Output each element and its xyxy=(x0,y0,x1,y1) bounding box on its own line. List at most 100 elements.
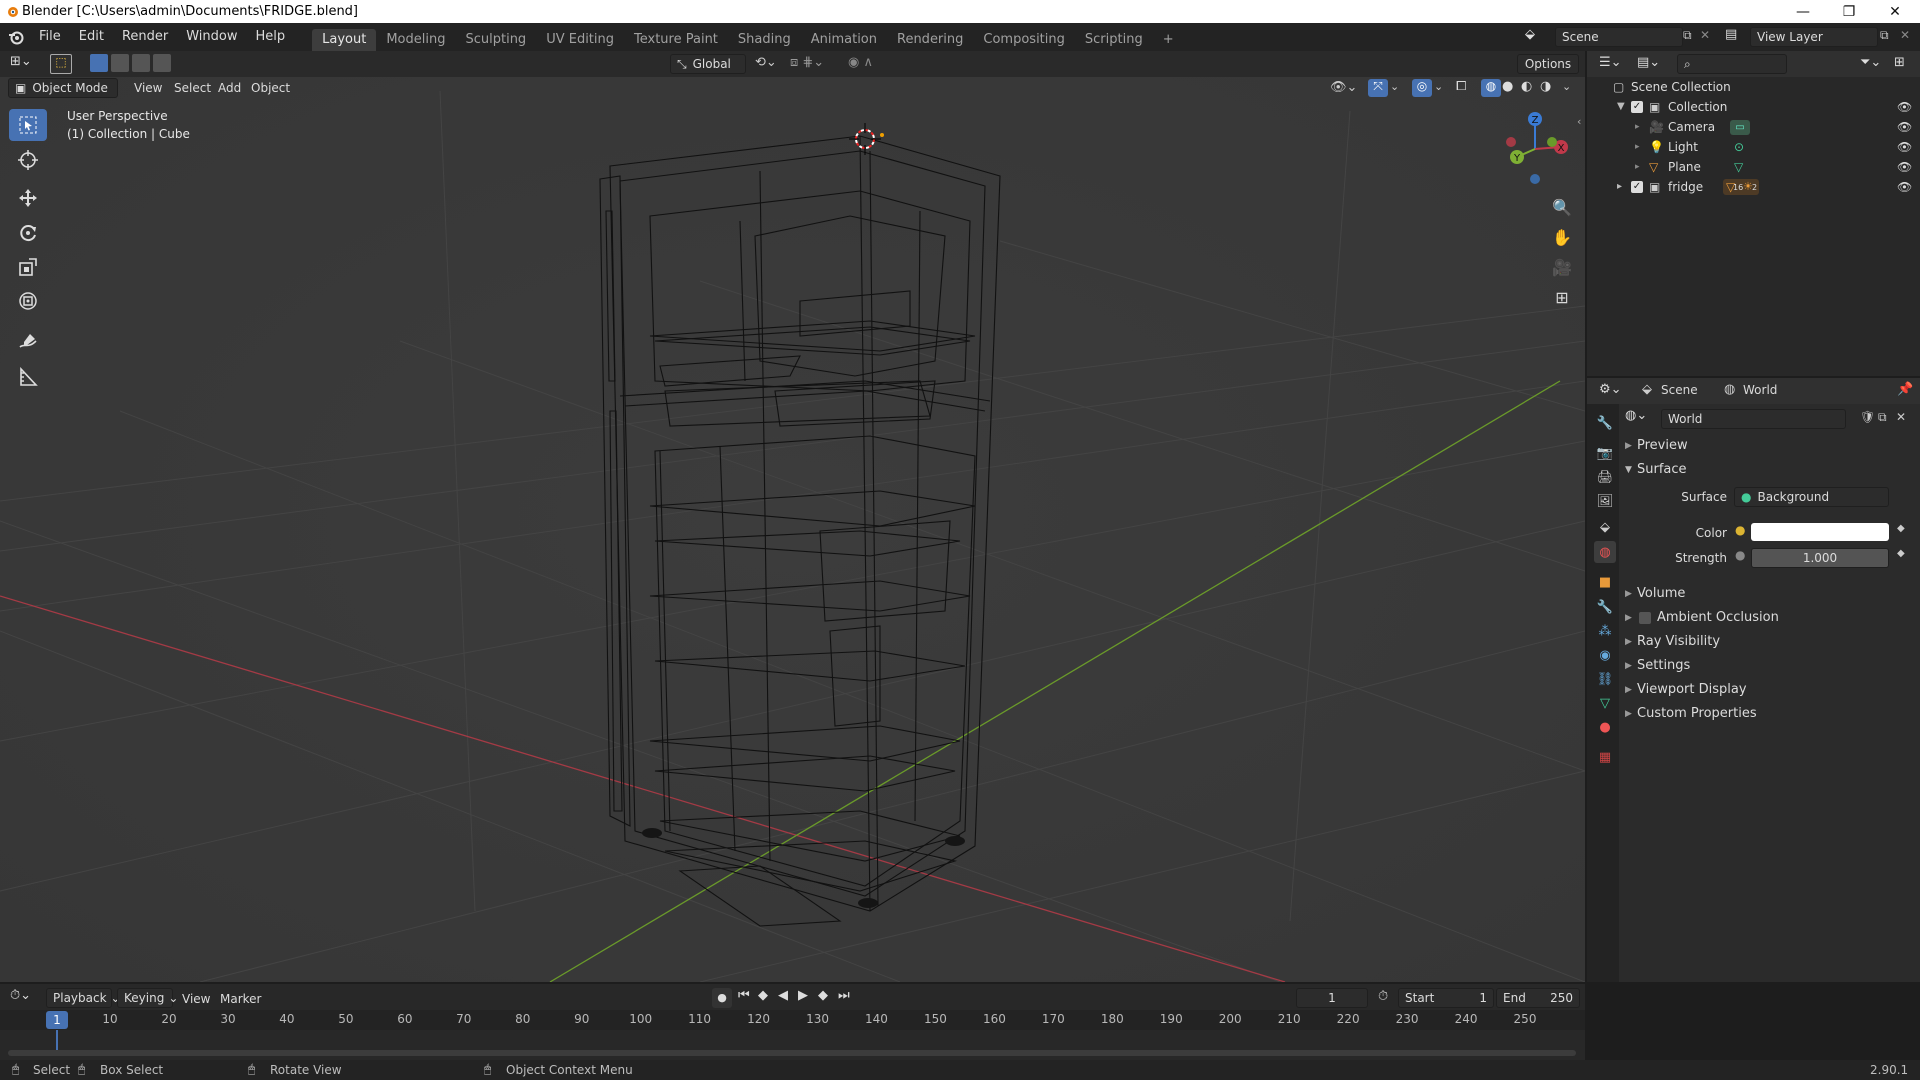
physics-tab-icon[interactable]: ◉ xyxy=(1594,644,1616,666)
tab-texture-paint[interactable]: Texture Paint xyxy=(624,29,728,51)
tab-compositing[interactable]: Compositing xyxy=(973,29,1075,51)
panel-preview[interactable]: ▶ Preview xyxy=(1619,434,1919,458)
menu-window[interactable]: Window xyxy=(177,23,246,51)
delete-view-layer-icon[interactable]: ✕ xyxy=(1900,28,1914,42)
close-button[interactable]: ✕ xyxy=(1872,0,1918,23)
view-layer-field[interactable]: View Layer xyxy=(1750,27,1878,47)
pin-icon[interactable]: 📌 xyxy=(1897,382,1913,397)
tab-animation[interactable]: Animation xyxy=(801,29,887,51)
tab-rendering[interactable]: Rendering xyxy=(887,29,973,51)
shading-wireframe-icon[interactable]: ◍ xyxy=(1481,79,1501,97)
particles-tab-icon[interactable]: ⁂ xyxy=(1594,620,1616,642)
expand-arrow-icon[interactable]: ▸ xyxy=(1635,157,1640,177)
outliner-row-plane[interactable]: ▸ ▽ Plane ▽ 👁 xyxy=(1587,157,1920,177)
outliner-row-collection[interactable]: ▼ ✓ ▣ Collection 👁 xyxy=(1587,97,1920,117)
display-mode-icon[interactable]: ▤⌄ xyxy=(1637,55,1667,70)
light-data-icon[interactable]: ⊙ xyxy=(1734,137,1744,157)
view-layer-tab-icon[interactable]: 🖼 xyxy=(1594,490,1616,512)
menu-render[interactable]: Render xyxy=(113,23,177,51)
outliner-row-camera[interactable]: ▸ 🎥 Camera ▭ 👁 xyxy=(1587,117,1920,137)
mesh-data-icon[interactable]: ▽ xyxy=(1734,157,1743,177)
modifier-tab-icon[interactable]: 🔧 xyxy=(1594,596,1616,618)
menu-edit[interactable]: Edit xyxy=(70,23,113,51)
playhead-frame-indicator[interactable]: 1 xyxy=(46,1011,68,1029)
pivot-point-icon[interactable]: ⟲⌄ xyxy=(755,55,785,70)
mode-set-icon[interactable] xyxy=(90,54,108,72)
select-box-tool[interactable] xyxy=(9,109,47,141)
gizmo-dropdown-icon[interactable]: ⌄ xyxy=(1390,80,1402,93)
restore-button[interactable]: ❐ xyxy=(1826,0,1872,23)
shading-solid-icon[interactable]: ● xyxy=(1502,79,1520,97)
viewport-menu-add[interactable]: Add xyxy=(212,77,247,99)
breadcrumb-world[interactable]: World xyxy=(1743,383,1777,397)
filter-icon[interactable]: ⏷⌄ xyxy=(1860,55,1890,70)
transform-tool[interactable] xyxy=(9,285,47,317)
camera-view-icon[interactable]: 🎥 xyxy=(1548,253,1576,281)
output-tab-icon[interactable]: 🖨 xyxy=(1594,466,1616,488)
minimize-button[interactable]: — xyxy=(1780,0,1826,23)
shading-rendered-icon[interactable]: ◑ xyxy=(1540,79,1558,97)
material-tab-icon[interactable]: ● xyxy=(1594,716,1616,738)
expand-arrow-icon[interactable]: ▸ xyxy=(1635,117,1640,137)
object-tab-icon[interactable]: ■ xyxy=(1594,571,1616,593)
keyframe-dot-icon[interactable]: ◆ xyxy=(1897,548,1905,559)
fridge-children-badge[interactable]: ▽ 16 ☀ 2 xyxy=(1723,179,1759,195)
panel-custom-properties[interactable]: ▶ Custom Properties xyxy=(1619,702,1919,726)
timeline-scrollbar[interactable] xyxy=(8,1050,1576,1056)
new-scene-icon[interactable]: ⧉ xyxy=(1683,28,1699,43)
properties-editor-type-icon[interactable]: ⚙⌄ xyxy=(1599,382,1629,397)
navigation-gizmo[interactable]: Z X Y xyxy=(1495,109,1575,189)
visibility-eye-icon[interactable]: 👁 xyxy=(1897,157,1912,177)
render-tab-icon[interactable]: 📷 xyxy=(1594,442,1616,464)
snap-icon[interactable]: ⧈ ⋕⌄ xyxy=(790,55,840,70)
menu-file[interactable]: File xyxy=(30,23,70,51)
constraints-tab-icon[interactable]: ⛓ xyxy=(1594,668,1616,690)
data-tab-icon[interactable]: ▽ xyxy=(1594,692,1616,714)
options-dropdown[interactable]: Options xyxy=(1517,54,1579,74)
mode-intersect-icon[interactable] xyxy=(153,54,171,72)
outliner[interactable]: ☰⌄ ▤⌄ ⌕ ⏷⌄ ⊞ ▢ Scene Collection ▼ ✓ ▣ Co… xyxy=(1587,51,1920,376)
fake-user-icon[interactable]: 🛡 xyxy=(1860,410,1875,424)
blender-menu-icon[interactable] xyxy=(8,29,24,45)
tab-layout[interactable]: Layout xyxy=(312,29,377,51)
pan-hand-icon[interactable]: ✋ xyxy=(1548,223,1576,251)
expand-arrow-icon[interactable]: ▼ xyxy=(1617,97,1625,117)
timeline[interactable]: ⏱⌄ Playback ⌄ Keying ⌄ View Marker ● ⏮ ◆ ◀… xyxy=(0,984,1585,1060)
expand-arrow-icon[interactable]: ▸ xyxy=(1635,137,1640,157)
visibility-eye-icon[interactable]: 👁 xyxy=(1897,97,1912,117)
proportional-edit-icon[interactable]: ◉ ∧ xyxy=(848,55,898,70)
scene-field[interactable]: Scene xyxy=(1555,27,1683,47)
properties-editor[interactable]: ⚙⌄ ⬙ Scene ◍ World 📌 🔧 📷 🖨 🖼 ⬙ ◍ ■ 🔧 ⁂ ◉… xyxy=(1587,378,1920,982)
scene-icon[interactable]: ⬙ xyxy=(1525,27,1545,47)
xray-toggle-icon[interactable]: ⧠ xyxy=(1456,79,1474,97)
world-tab-icon[interactable]: ◍ xyxy=(1594,541,1616,563)
expand-arrow-icon[interactable]: ▸ xyxy=(1617,177,1622,197)
cursor-tool[interactable] xyxy=(9,144,47,176)
editor-type-icon[interactable]: ⊞⌄ xyxy=(10,54,42,74)
new-world-icon[interactable]: ⧉ xyxy=(1878,410,1887,425)
overlays-toggle-icon[interactable]: ◎ xyxy=(1412,79,1432,97)
outliner-editor-type-icon[interactable]: ☰⌄ xyxy=(1599,55,1629,70)
tab-sculpting[interactable]: Sculpting xyxy=(455,29,536,51)
outliner-row-fridge[interactable]: ▸ ✓ ▣ fridge ▽ 16 ☀ 2 👁 xyxy=(1587,177,1920,197)
rotate-tool[interactable] xyxy=(9,217,47,249)
strength-field[interactable]: 1.000 xyxy=(1751,548,1889,568)
viewport-menu-view[interactable]: View xyxy=(128,77,168,99)
annotate-tool[interactable] xyxy=(9,325,47,357)
visibility-filter-icon[interactable]: 👁⌄ xyxy=(1330,80,1362,95)
delete-scene-icon[interactable]: ✕ xyxy=(1700,28,1714,42)
sidebar-toggle-icon[interactable]: ‹ xyxy=(1577,115,1581,128)
unlink-world-icon[interactable]: ✕ xyxy=(1896,410,1906,424)
camera-data-icon[interactable]: ▭ xyxy=(1730,120,1750,135)
tab-uv-editing[interactable]: UV Editing xyxy=(536,29,624,51)
outliner-row-scene-collection[interactable]: ▢ Scene Collection xyxy=(1587,77,1920,97)
shading-dropdown-icon[interactable]: ⌄ xyxy=(1562,80,1574,93)
scale-tool[interactable] xyxy=(9,251,47,283)
exclude-checkbox[interactable]: ✓ xyxy=(1631,181,1643,193)
world-name-field[interactable]: World xyxy=(1661,409,1846,429)
transform-orientation-dropdown[interactable]: ⤡ Global xyxy=(670,54,746,74)
menu-help[interactable]: Help xyxy=(247,23,295,51)
view-layer-icon[interactable]: ▤ xyxy=(1725,27,1745,42)
3d-viewport[interactable]: ⊞⌄ ⬚ ⤡ Global ⟲⌄ ⧈ ⋕⌄ ◉ ∧ Options ▣ Obje… xyxy=(0,51,1585,982)
select-tool-icon[interactable]: ⬚ xyxy=(50,54,72,74)
